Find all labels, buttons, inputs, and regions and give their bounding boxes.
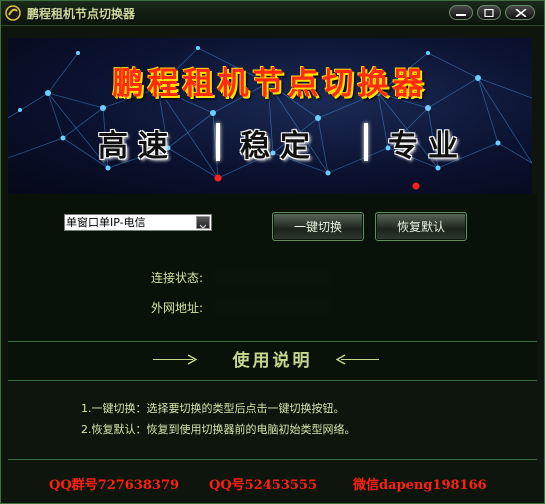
- slogan-divider: [364, 123, 368, 161]
- slogan-stable: 稳定: [240, 129, 320, 164]
- one-click-switch-button[interactable]: 一键切换: [272, 212, 364, 241]
- slogan-row: 高速 稳定 专业: [88, 121, 508, 165]
- banner: 鹏程租机节点切换器 高速 稳定 专业: [8, 38, 532, 194]
- title-bar[interactable]: 鹏程租机节点切换器: [1, 1, 544, 26]
- divider: [8, 459, 537, 460]
- banner-title: 鹏程租机节点切换器: [112, 66, 428, 102]
- close-icon: [515, 9, 527, 17]
- usage-heading: 使用说明: [232, 351, 313, 371]
- slogan-divider: [216, 123, 220, 161]
- dropdown-button[interactable]: [196, 216, 210, 229]
- maximize-icon: [484, 9, 494, 17]
- external-ip-value: [213, 298, 333, 316]
- connection-status-value: [213, 268, 333, 286]
- minimize-button[interactable]: [449, 5, 473, 20]
- heading-line-right: [341, 359, 379, 360]
- minimize-icon: [456, 14, 466, 16]
- qq-group-text: QQ群号727638379: [49, 478, 180, 493]
- wechat-text: 微信dapeng198166: [353, 478, 487, 493]
- restore-default-button[interactable]: 恢复默认: [375, 212, 467, 241]
- slogan-professional: 专业: [388, 129, 468, 164]
- close-button[interactable]: [505, 5, 535, 20]
- chevron-down-icon: [199, 224, 207, 229]
- window-title: 鹏程租机节点切换器: [27, 7, 136, 21]
- external-ip-label: 外网地址:: [151, 301, 204, 315]
- usage-item: 1.一键切换：选择要切换的类型后点击一键切换按钮。: [81, 402, 345, 415]
- app-logo-icon: [5, 5, 21, 21]
- node-type-value: 单窗口单IP-电信: [66, 216, 146, 229]
- slogan-speed: 高速: [98, 129, 178, 164]
- app-window: 鹏程租机节点切换器 鹏程租机节点切换器 高速 稳定 专业 单窗口单IP-电信 一…: [0, 0, 545, 504]
- usage-item: 2.恢复默认：恢复到使用切换器前的电脑初始类型网络。: [81, 423, 356, 436]
- node-type-select[interactable]: 单窗口单IP-电信: [64, 214, 212, 231]
- qq-number-text: QQ号52453555: [209, 478, 318, 493]
- divider: [8, 380, 537, 381]
- connection-status-label: 连接状态:: [151, 271, 204, 285]
- maximize-button[interactable]: [477, 5, 501, 20]
